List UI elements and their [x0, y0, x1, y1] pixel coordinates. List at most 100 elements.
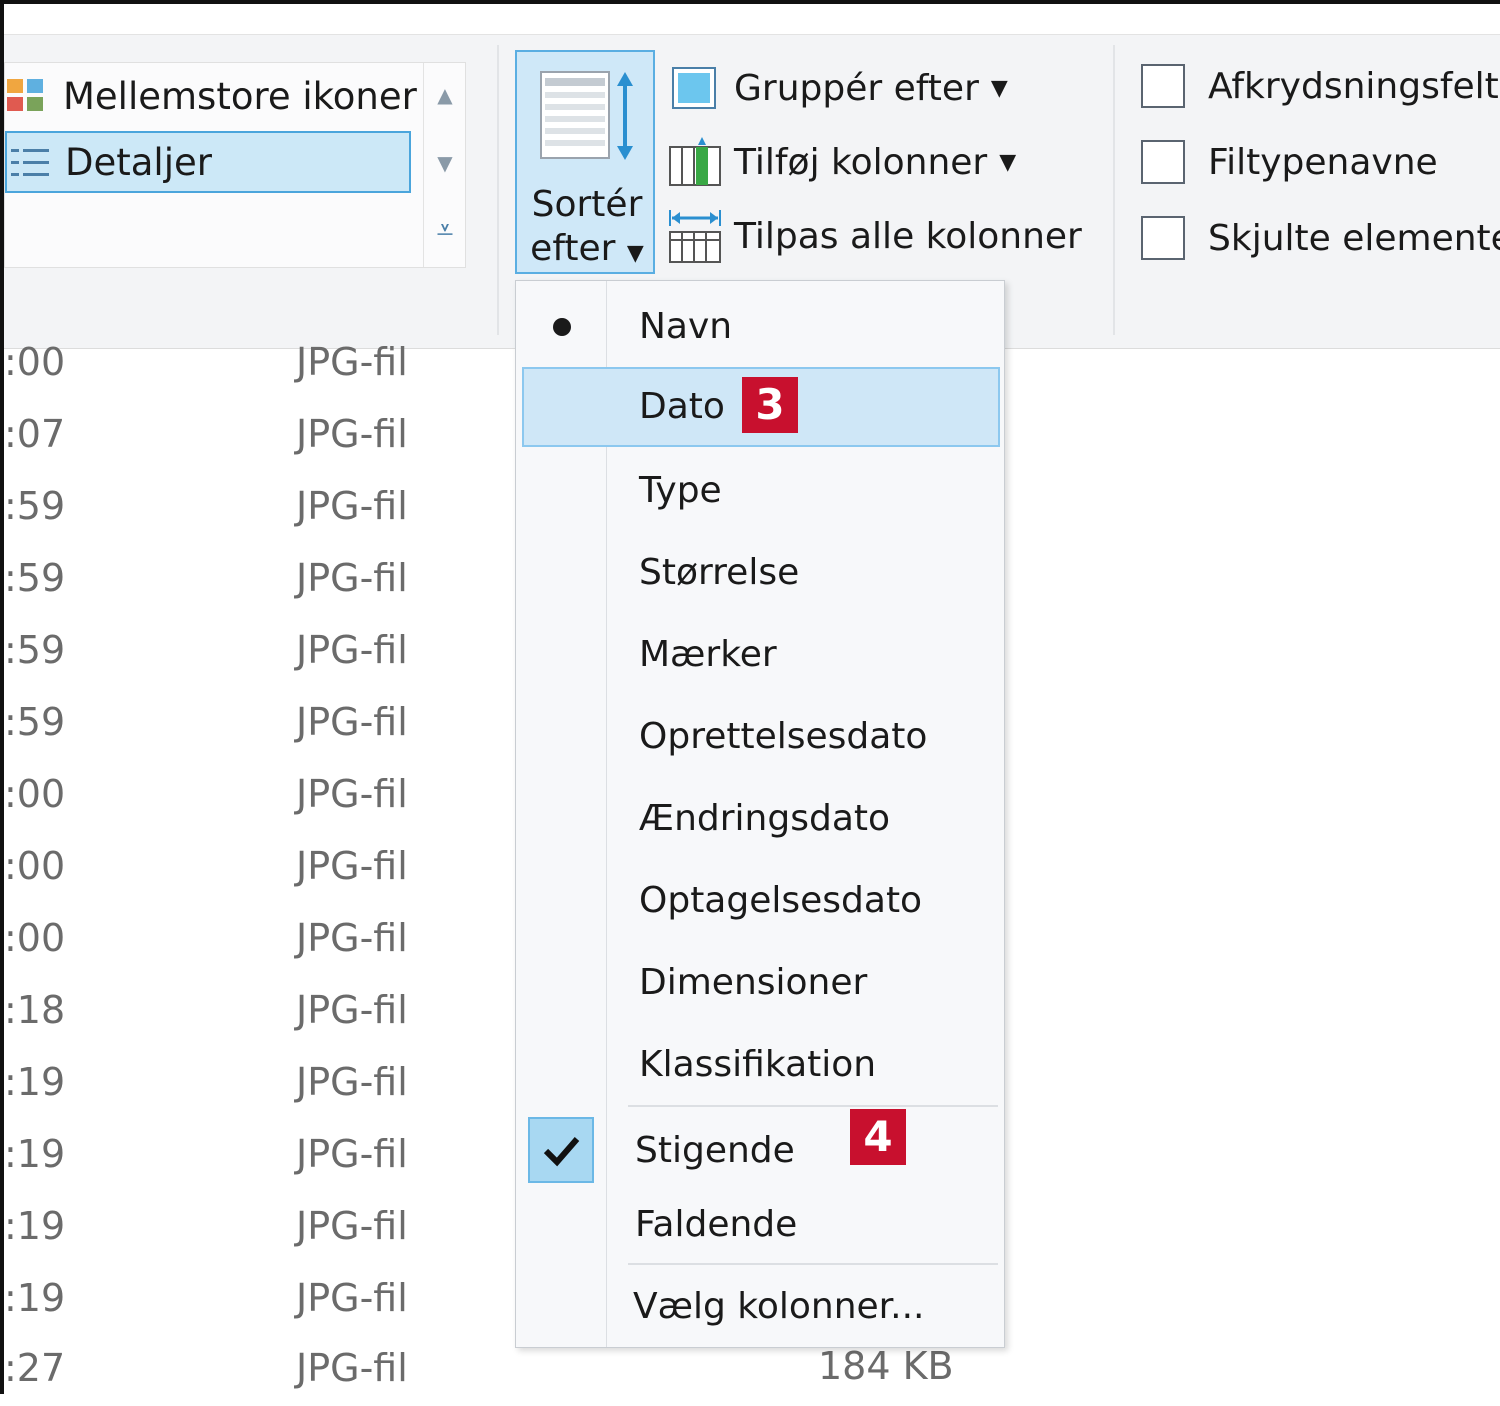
menu-item-label: Størrelse — [639, 552, 800, 593]
details-icon — [11, 149, 49, 176]
gallery-scroll: ▲ ▼ ⩡ — [423, 63, 466, 267]
menu-item-label: Optagelsesdato — [639, 880, 923, 921]
layout-details[interactable]: Detaljer — [5, 131, 411, 193]
menu-item-label: Navn — [639, 306, 733, 347]
checkmark-icon — [528, 1117, 594, 1183]
layout-label: Detaljer — [65, 140, 212, 184]
file-type: JPG-fil — [296, 1060, 408, 1104]
sort-label-line1: Sortér — [531, 184, 643, 225]
menu-item-maerker[interactable]: Mærker — [516, 627, 1004, 683]
scroll-up-icon[interactable]: ▲ — [424, 83, 466, 107]
file-type: JPG-fil — [296, 844, 408, 888]
chevron-down-icon: ▼ — [990, 75, 1008, 101]
menu-item-label: Dato — [639, 386, 725, 427]
menu-item-label: Ændringsdato — [639, 798, 891, 839]
menu-item-label: Vælg kolonner... — [633, 1286, 925, 1327]
hidden-items-checkbox[interactable] — [1141, 216, 1185, 260]
file-time: :00 — [4, 844, 66, 888]
file-type: JPG-fil — [296, 1204, 408, 1248]
file-type: JPG-fil — [296, 340, 408, 384]
file-time: :19 — [4, 1060, 66, 1104]
menu-item-label: Dimensioner — [639, 962, 868, 1003]
file-type: JPG-fil — [296, 412, 408, 456]
menu-item-type[interactable]: Type — [516, 463, 1004, 519]
sort-by-menu: Navn Dato 3 Type Størrelse Mærker Oprett… — [515, 280, 1005, 1348]
add-columns-button[interactable]: Tilføj kolonner ▼ — [668, 134, 1016, 190]
file-time: :59 — [4, 700, 66, 744]
file-time: :00 — [4, 340, 66, 384]
file-time: :19 — [4, 1132, 66, 1176]
file-type: JPG-fil — [296, 556, 408, 600]
sort-icon — [540, 71, 633, 160]
item-checkboxes-label: Afkrydsningsfelt — [1208, 66, 1499, 107]
file-type: JPG-fil — [296, 628, 408, 672]
file-time: :27 — [4, 1346, 66, 1390]
file-type: JPG-fil — [296, 1132, 408, 1176]
step-badge-4: 4 — [850, 1109, 906, 1165]
add-columns-label: Tilføj kolonner — [734, 141, 988, 183]
ribbon-separator — [1113, 45, 1115, 335]
menu-item-stigende[interactable]: Stigende 4 — [516, 1109, 1004, 1185]
menu-item-choose-columns[interactable]: Vælg kolonner... — [516, 1279, 1004, 1335]
add-columns-icon — [669, 137, 721, 186]
layout-gallery: Mellemstore ikoner Detaljer ▲ ▼ ⩡ — [4, 62, 466, 268]
item-checkboxes-checkbox[interactable] — [1141, 64, 1185, 108]
fit-columns-button[interactable]: Tilpas alle kolonner — [668, 208, 1082, 264]
menu-item-label: Oprettelsesdato — [639, 716, 928, 757]
file-time: :00 — [4, 916, 66, 960]
file-time: :19 — [4, 1276, 66, 1320]
step-badge-3: 3 — [742, 377, 798, 433]
menu-item-label: Faldende — [635, 1204, 798, 1245]
menu-separator — [628, 1105, 998, 1107]
sort-label-line2: efter ▼ — [530, 228, 644, 269]
file-type: JPG-fil — [296, 988, 408, 1032]
file-type: JPG-fil — [296, 1346, 408, 1390]
file-type: JPG-fil — [296, 772, 408, 816]
menu-item-label: Mærker — [639, 634, 777, 675]
title-strip — [4, 4, 1500, 35]
menu-item-aendringsdato[interactable]: Ændringsdato — [516, 791, 1004, 847]
menu-item-label: Stigende — [635, 1130, 795, 1171]
file-time: :07 — [4, 412, 66, 456]
menu-item-label: Klassifikation — [639, 1044, 877, 1085]
menu-item-dato[interactable]: Dato 3 — [522, 367, 1000, 447]
fit-columns-label: Tilpas alle kolonner — [734, 215, 1082, 257]
chevron-down-icon: ▼ — [999, 149, 1017, 175]
file-extensions-checkbox[interactable] — [1141, 140, 1185, 184]
hidden-items-label: Skjulte elemente — [1208, 218, 1500, 259]
menu-item-dimensioner[interactable]: Dimensioner — [516, 955, 1004, 1011]
menu-item-navn[interactable]: Navn — [516, 299, 1004, 355]
file-time: :00 — [4, 772, 66, 816]
menu-separator — [628, 1263, 998, 1265]
sort-by-button[interactable]: Sortér efter ▼ — [515, 50, 655, 274]
file-time: :59 — [4, 484, 66, 528]
file-time: :19 — [4, 1204, 66, 1248]
file-type: JPG-fil — [296, 484, 408, 528]
menu-item-klassifikation[interactable]: Klassifikation — [516, 1037, 1004, 1093]
layout-medium-icons[interactable]: Mellemstore ikoner — [5, 65, 419, 127]
file-type: JPG-fil — [296, 1276, 408, 1320]
bullet-icon — [553, 318, 571, 336]
menu-item-oprettelsesdato[interactable]: Oprettelsesdato — [516, 709, 1004, 765]
menu-item-storrelse[interactable]: Størrelse — [516, 545, 1004, 601]
file-time: :59 — [4, 556, 66, 600]
file-size: 184 KB — [818, 1344, 954, 1388]
file-time: :18 — [4, 988, 66, 1032]
ribbon-separator — [497, 45, 499, 335]
file-time: :59 — [4, 628, 66, 672]
group-by-icon — [672, 67, 716, 109]
menu-item-faldende[interactable]: Faldende — [516, 1197, 1004, 1253]
group-by-button[interactable]: Gruppér efter ▼ — [670, 60, 1008, 116]
group-by-label: Gruppér efter — [734, 67, 979, 109]
file-type: JPG-fil — [296, 700, 408, 744]
expand-gallery-icon[interactable]: ⩡ — [424, 213, 466, 248]
medium-icons-icon — [7, 79, 43, 111]
scroll-down-icon[interactable]: ▼ — [424, 151, 466, 175]
menu-item-optagelsesdato[interactable]: Optagelsesdato — [516, 873, 1004, 929]
menu-item-label: Type — [639, 470, 722, 511]
layout-label: Mellemstore ikoner — [63, 74, 417, 118]
fit-columns-icon — [669, 210, 721, 263]
file-type: JPG-fil — [296, 916, 408, 960]
file-extensions-label: Filtypenavne — [1208, 142, 1438, 183]
chevron-down-icon: ▼ — [626, 241, 644, 266]
